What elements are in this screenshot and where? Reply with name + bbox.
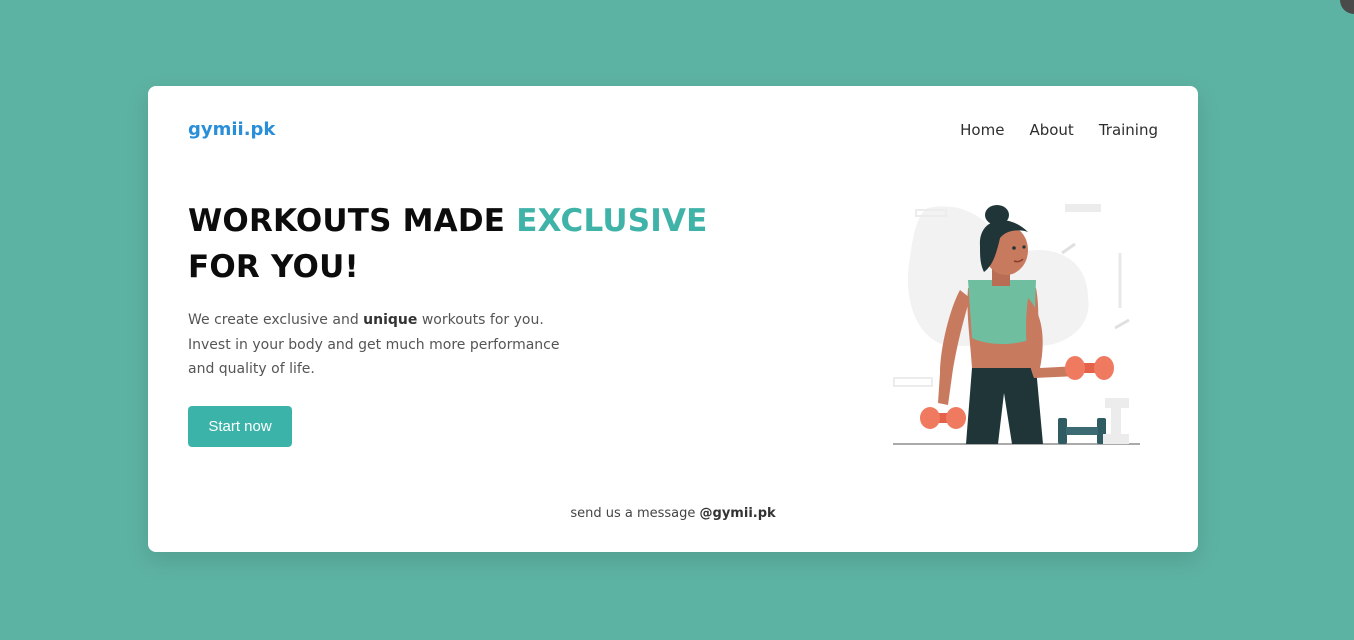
wall-shelf (893, 377, 933, 387)
left-dumbbell-weight (920, 407, 940, 429)
footer-text: send us a message (570, 506, 700, 521)
hair-bun (985, 205, 1009, 225)
stool (1103, 434, 1129, 444)
headline-accent: EXCLUSIVE (516, 203, 708, 239)
stool (1105, 398, 1129, 408)
eye (1022, 245, 1026, 249)
left-dumbbell-weight (946, 407, 966, 429)
window-corner (1340, 0, 1354, 14)
desc-bold: unique (363, 312, 418, 328)
wall-shelf (1065, 204, 1101, 212)
floor-dumbbell (1058, 418, 1067, 444)
headline-part1: WORKOUTS MADE (188, 203, 517, 239)
main-nav: Home About Training (960, 121, 1158, 139)
eye (1012, 246, 1016, 250)
footer-message: send us a message @gymii.pk (148, 506, 1198, 521)
landing-card: gymii.pk Home About Training WORKOUTS MA… (148, 86, 1198, 552)
right-dumbbell-weight (1065, 356, 1085, 380)
leggings (966, 368, 1043, 444)
hero-description: We create exclusive and unique workouts … (188, 308, 568, 382)
nav-about-link[interactable]: About (1029, 121, 1073, 139)
start-now-button[interactable]: Start now (188, 406, 292, 447)
brand-logo[interactable]: gymii.pk (188, 119, 275, 140)
woman-lifting-dumbbells-illustration (893, 204, 1140, 445)
nav-home-link[interactable]: Home (960, 121, 1004, 139)
floor-dumbbell (1066, 427, 1098, 435)
nav-training-link[interactable]: Training (1099, 121, 1158, 139)
stool (1111, 408, 1121, 434)
wall-mark (1061, 242, 1076, 255)
footer-handle[interactable]: @gymii.pk (700, 506, 776, 521)
desc-part1: We create exclusive and (188, 312, 364, 328)
right-dumbbell-weight (1094, 356, 1114, 380)
wall-mark (1114, 318, 1130, 330)
hero-headline: WORKOUTS MADE EXCLUSIVE FOR YOU! (188, 198, 748, 290)
sports-top (968, 280, 1036, 344)
headline-part2: FOR YOU! (188, 249, 359, 285)
